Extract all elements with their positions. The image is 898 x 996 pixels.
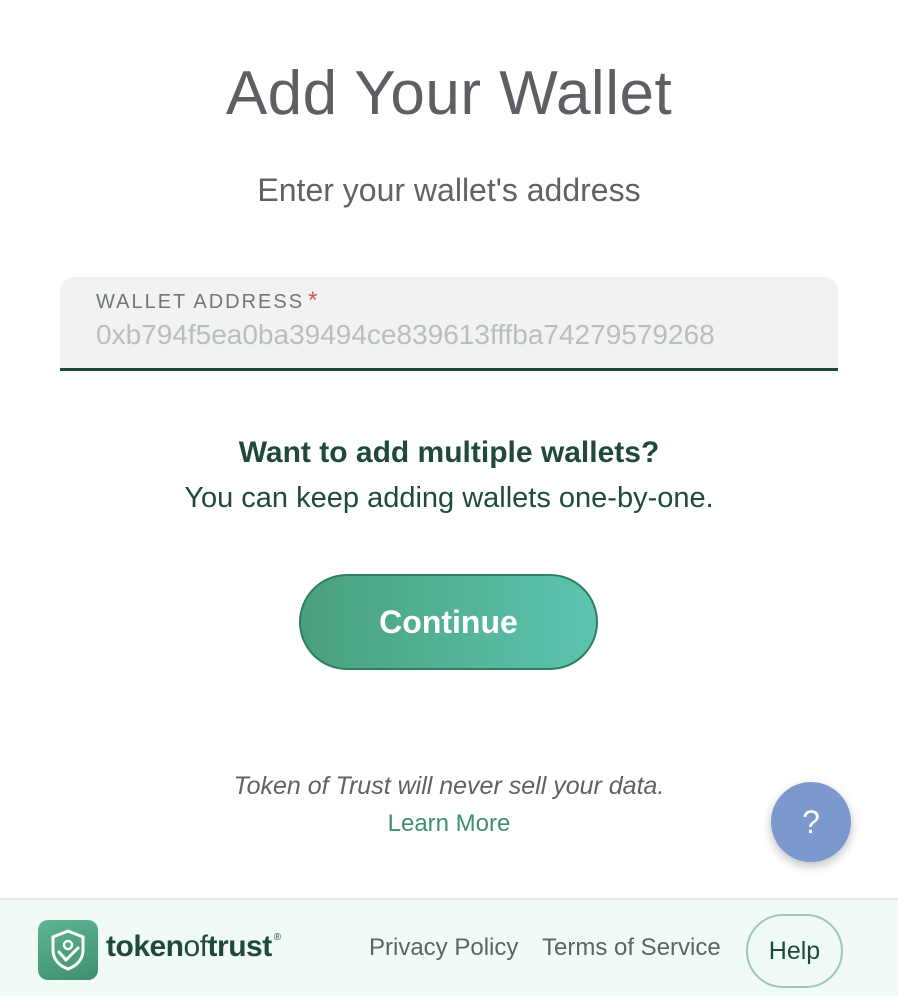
multiple-wallets-heading: Want to add multiple wallets? xyxy=(238,436,660,469)
token-of-trust-logo[interactable] xyxy=(38,920,98,980)
multiple-wallets-text: You can keep adding wallets one-by-one. xyxy=(184,482,714,514)
wallet-address-label-text: WALLET ADDRESS xyxy=(96,291,305,313)
footer: tokenoftrust ® Privacy Policy Terms of Se… xyxy=(0,898,898,996)
wallet-address-input[interactable] xyxy=(96,315,820,355)
question-mark-icon: ? xyxy=(802,803,820,840)
wallet-address-field[interactable]: WALLET ADDRESS * xyxy=(60,277,838,371)
wallet-card: Add Your Wallet Enter your wallet's addr… xyxy=(0,0,898,996)
continue-button[interactable]: Continue xyxy=(299,574,598,670)
brand-of: of xyxy=(183,930,209,963)
privacy-note: Token of Trust will never sell your data… xyxy=(233,772,665,800)
brand-wordmark: tokenoftrust ® xyxy=(106,930,281,964)
brand-registered-mark: ® xyxy=(273,932,281,943)
help-button[interactable]: Help xyxy=(746,914,843,988)
terms-of-service-link[interactable]: Terms of Service xyxy=(542,934,721,962)
page-title: Add Your Wallet xyxy=(225,59,673,128)
learn-more-container: Learn More xyxy=(0,810,898,838)
help-fab-button[interactable]: ? xyxy=(771,782,851,862)
learn-more-link[interactable]: Learn More xyxy=(388,810,511,837)
privacy-policy-link[interactable]: Privacy Policy xyxy=(369,934,518,962)
shield-check-icon xyxy=(51,929,85,971)
wallet-address-label: WALLET ADDRESS * xyxy=(96,287,319,315)
brand-trust: trust xyxy=(207,930,273,963)
page-subtitle: Enter your wallet's address xyxy=(257,172,641,208)
required-marker: * xyxy=(308,287,320,314)
brand-token: token xyxy=(106,930,184,963)
